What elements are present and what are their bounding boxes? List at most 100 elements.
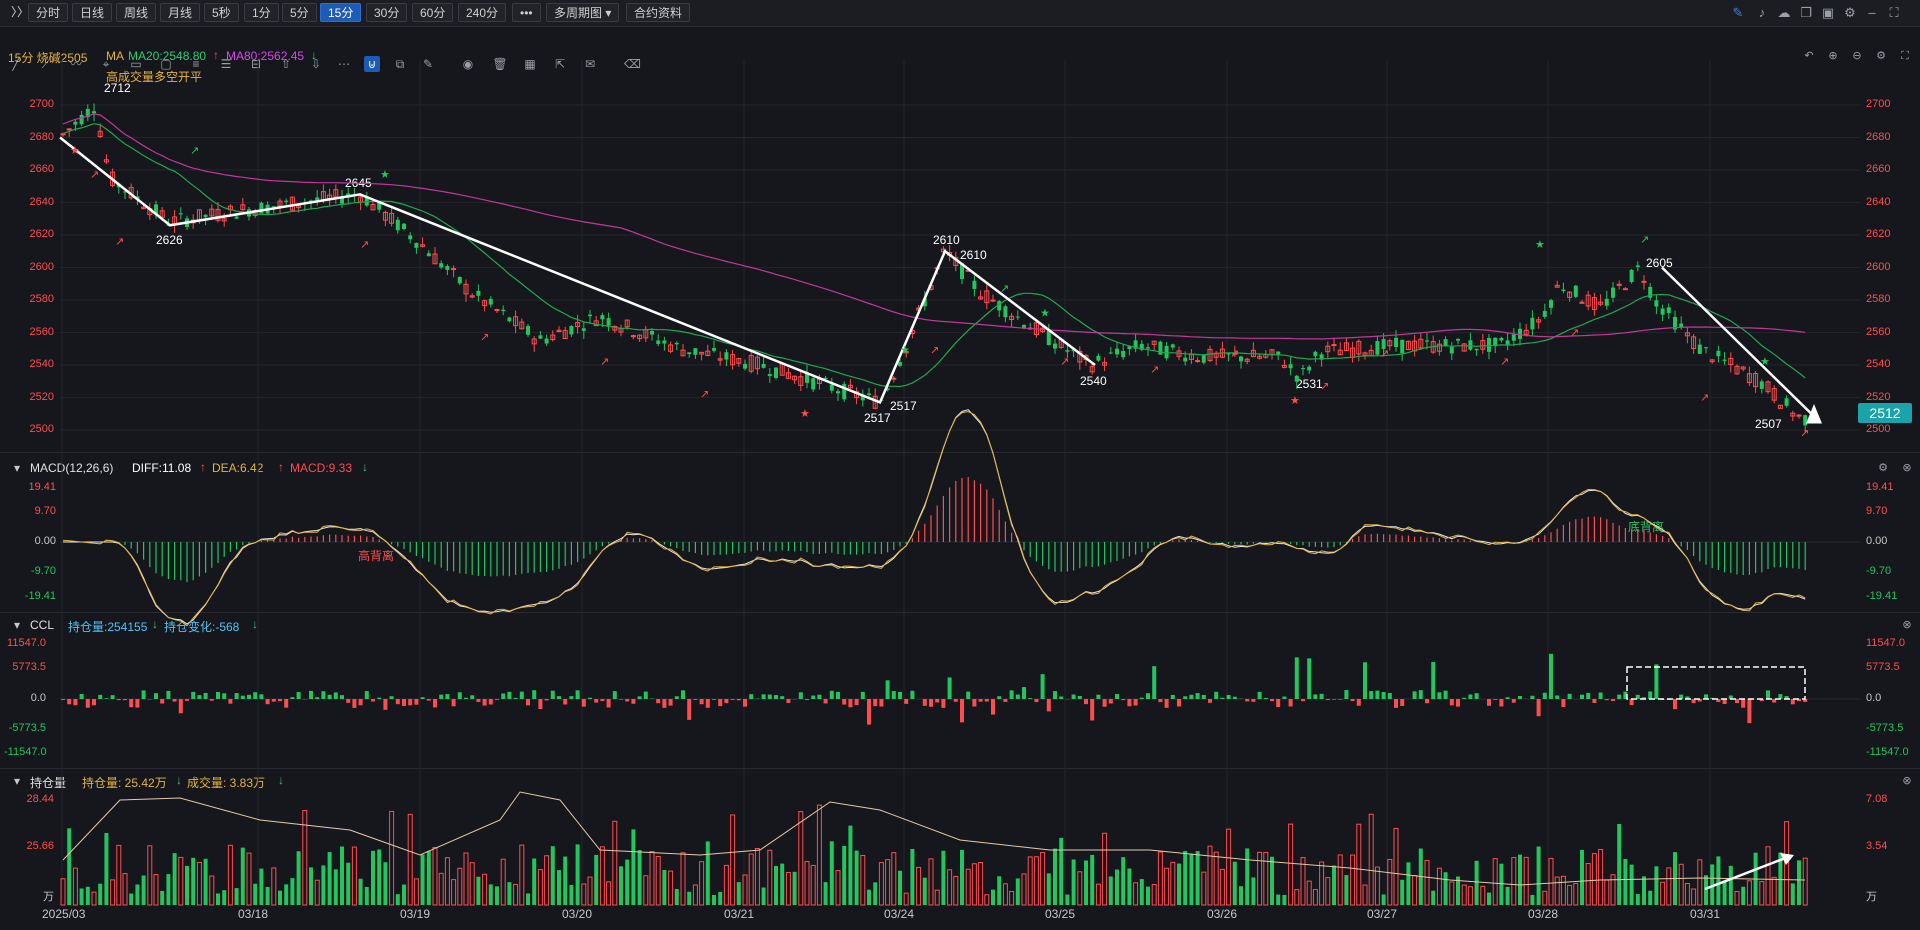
- ccl-bar: [1152, 666, 1157, 699]
- ccl-bar: [1425, 699, 1429, 704]
- volume-bar-up: [451, 879, 457, 906]
- volume-bar-down: [79, 888, 84, 905]
- volume-bar-up: [1424, 860, 1430, 906]
- candle-body-down: [1456, 338, 1460, 341]
- volume-bar-up: [91, 891, 97, 906]
- candle-body-up: [494, 309, 500, 312]
- volume-bar-down: [1332, 865, 1336, 905]
- candle-body-down: [408, 235, 413, 240]
- volume-bar-up: [196, 861, 202, 906]
- volume-bar-up: [1591, 853, 1597, 906]
- volume-bar-up: [153, 874, 159, 906]
- ccl-bar: [606, 699, 611, 708]
- volume-bar-up: [1802, 857, 1808, 906]
- ccl-bar: [464, 697, 468, 699]
- volume-bar-up: [438, 872, 444, 906]
- ccl-bar: [761, 694, 766, 699]
- ccl-bar: [383, 699, 388, 710]
- volume-bar-up: [110, 879, 116, 906]
- macd-dea-line: [62, 410, 1806, 627]
- volume-bar-down: [160, 890, 165, 905]
- volume-bar-down: [290, 878, 295, 905]
- ccl-bar: [600, 699, 605, 702]
- ccl-bar: [1319, 693, 1324, 699]
- ccl-bar: [470, 695, 475, 699]
- ccl-bar: [743, 699, 747, 707]
- ccl-bar: [507, 691, 512, 699]
- volume-bar-up: [748, 853, 754, 906]
- ccl-bar: [1580, 694, 1584, 699]
- volume-bar-up: [1133, 882, 1139, 906]
- ccl-bar: [1369, 691, 1374, 699]
- ccl-bar: [1053, 691, 1057, 699]
- ccl-bar: [476, 699, 481, 702]
- ccl-bar: [327, 694, 332, 699]
- candle-body-down: [1561, 289, 1566, 292]
- volume-bar-up: [754, 847, 760, 906]
- volume-bar-down: [550, 846, 555, 905]
- ccl-bar: [705, 699, 710, 708]
- candle-body-down: [445, 266, 450, 270]
- ccl-bar: [358, 699, 363, 706]
- volume-bar-down: [234, 888, 239, 905]
- volume-bar-down: [1189, 853, 1194, 905]
- volume-bar-down: [718, 891, 723, 905]
- ccl-bar: [296, 692, 301, 699]
- volume-bar-up: [928, 858, 934, 906]
- volume-bar-down: [1183, 850, 1188, 905]
- signal-arrow-icon: ↗: [115, 235, 124, 248]
- candle-body-up: [1622, 288, 1628, 291]
- candle-body-down: [526, 325, 530, 335]
- volume-bar-up: [1219, 868, 1225, 906]
- ccl-bar: [1350, 699, 1355, 702]
- ccl-bar: [402, 699, 406, 706]
- ccl-bar: [1084, 699, 1088, 705]
- ccl-bar: [674, 696, 679, 699]
- ccl-bar: [829, 690, 834, 699]
- ccl-bar: [1071, 694, 1076, 699]
- volume-bar-down: [129, 893, 134, 905]
- ccl-bar: [662, 699, 667, 708]
- ccl-bar: [1189, 694, 1194, 699]
- ccl-bar: [1549, 653, 1553, 699]
- candle-body-down: [1046, 330, 1051, 345]
- ccl-bar: [1555, 695, 1560, 699]
- ccl-bar: [1542, 692, 1547, 699]
- ccl-bar: [588, 697, 592, 699]
- volume-bar-down: [85, 886, 90, 905]
- volume-bar-down: [1015, 878, 1020, 905]
- ccl-bar: [1790, 699, 1795, 705]
- volume-bar-down: [371, 850, 375, 905]
- candle-body-down: [581, 328, 586, 331]
- volume-bar-up: [1040, 852, 1046, 906]
- ccl-bar: [848, 699, 853, 708]
- candle-body-down: [1666, 307, 1671, 314]
- volume-bar-down: [1121, 857, 1126, 905]
- volume-bar-down: [1177, 863, 1181, 905]
- volume-bar-up: [1319, 861, 1325, 906]
- ccl-bar: [538, 699, 543, 709]
- volume-bar-down: [253, 883, 258, 905]
- ccl-bar: [1294, 657, 1299, 699]
- volume-bar-down: [191, 857, 196, 905]
- ccl-bar: [860, 691, 865, 699]
- candle-body-down: [1716, 350, 1721, 357]
- volume-bar-down: [705, 841, 710, 905]
- volume-bar-down: [1499, 863, 1504, 905]
- volume-bar-down: [395, 894, 400, 905]
- ccl-bar: [426, 699, 431, 701]
- ccl-bar: [1164, 699, 1169, 708]
- volume-bar-up: [1350, 854, 1356, 906]
- candle-body-down: [1518, 328, 1522, 339]
- volume-bar-down: [346, 862, 351, 905]
- ccl-bar: [1009, 690, 1014, 699]
- candle-body-up: [1195, 360, 1201, 363]
- ccl-bar: [712, 699, 716, 700]
- candle-body-down: [1499, 337, 1504, 341]
- volume-bar-down: [1704, 875, 1708, 905]
- volume-bar-up: [1678, 863, 1684, 906]
- ccl-bar: [110, 695, 115, 699]
- candle-body-down: [1803, 415, 1808, 426]
- volume-bar-down: [1232, 861, 1237, 905]
- kline-chart-canvas[interactable]: ★ ↗ ↗ ↗ ↗ ★ ↗ ↗ ↗ ★ ★ ↗ ↗ ★ ↗ ↗ ↗ ★ ↗ ↗ ↗ ★ ↗ ↗ ↗ ★ ↗: [0, 0, 1920, 930]
